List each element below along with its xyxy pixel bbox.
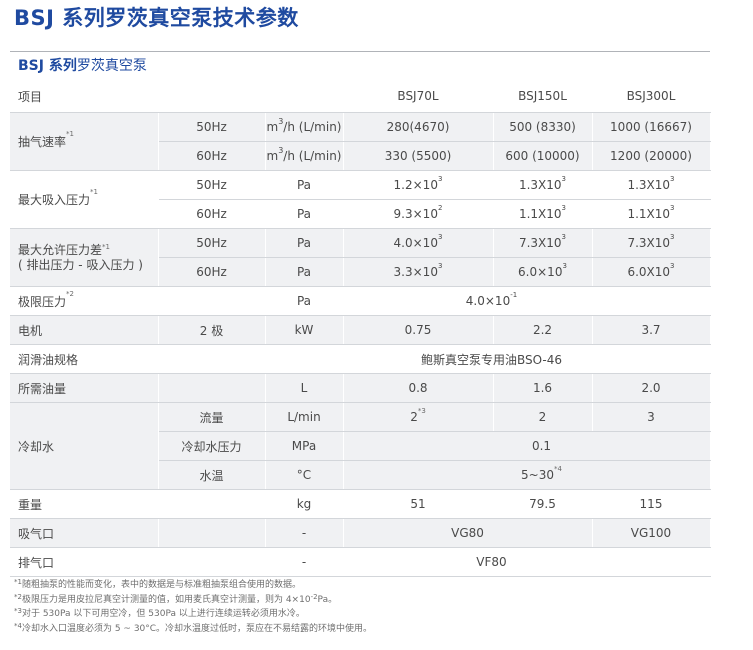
table-title: BSJ 系列罗茨真空泵: [18, 58, 147, 74]
header-model: BSJ150L: [493, 80, 593, 113]
value-cell: 1.1X103: [592, 199, 711, 229]
value-cell: 9.3×102: [343, 199, 494, 229]
unit-cell: Pa: [265, 228, 344, 258]
unit-cell: MPa: [265, 431, 344, 461]
value-cell: 3.7: [592, 315, 711, 345]
value-cell: 1.3X103: [592, 170, 711, 200]
table-row: 所需油量 L 0.8 1.6 2.0: [10, 373, 711, 403]
table-row: 重量 kg 51 79.5 115: [10, 489, 711, 519]
freq-cell: 60Hz: [158, 199, 266, 229]
footnotes: *1随粗抽泵的性能而变化，表中的数据是与标准粗抽泵组合使用的数据。 *2极限压力…: [14, 578, 714, 636]
unit-cell: m3/h (L/min): [265, 112, 344, 142]
value-cell: 7.3X103: [592, 228, 711, 258]
table-row: 电机 2 极 kW 0.75 2.2 3.7: [10, 315, 711, 345]
value-cell: VG80: [343, 518, 593, 548]
header-model: BSJ300L: [592, 80, 711, 113]
freq-cell: 50Hz: [158, 170, 266, 200]
row-label-oil-spec: 润滑油规格: [10, 344, 159, 374]
value-cell: 4.0×103: [343, 228, 494, 258]
value-cell: 2*3: [343, 402, 494, 432]
value-cell: 79.5: [493, 489, 593, 519]
unit-cell: -: [265, 547, 344, 577]
value-cell: 500 (8330): [493, 112, 593, 142]
value-cell: 鲍斯真空泵专用油BSO-46: [343, 344, 711, 374]
table-row: 吸气口 - VG80 VG100: [10, 518, 711, 548]
value-cell: 2.2: [493, 315, 593, 345]
unit-cell: Pa: [265, 257, 344, 287]
unit-cell: -: [265, 518, 344, 548]
row-label-ultimate: 极限压力*2: [10, 286, 159, 316]
unit-cell: °C: [265, 460, 344, 490]
freq-cell: 60Hz: [158, 141, 266, 171]
unit-cell: m3/h (L/min): [265, 141, 344, 171]
row-label-inlet: 吸气口: [10, 518, 159, 548]
spec-table: 项目 BSJ70L BSJ150L BSJ300L 抽气速率*1 50Hz m3…: [10, 80, 711, 577]
table-row: 最大允许压力差*1( 排出压力 - 吸入压力 ) 50Hz Pa 4.0×103…: [10, 228, 711, 287]
value-cell: 0.75: [343, 315, 494, 345]
value-cell: 600 (10000): [493, 141, 593, 171]
value-cell: 1.1X103: [493, 199, 593, 229]
value-cell: 1.3X103: [493, 170, 593, 200]
sub-label-cell: 流量: [158, 402, 266, 432]
value-cell: 0.8: [343, 373, 494, 403]
value-cell: 7.3X103: [493, 228, 593, 258]
value-cell: 51: [343, 489, 494, 519]
row-label-max-inlet: 最大吸入压力*1: [10, 170, 159, 229]
row-label-pumping-speed: 抽气速率*1: [10, 112, 159, 171]
unit-cell: Pa: [265, 170, 344, 200]
value-cell: 2.0: [592, 373, 711, 403]
value-cell: 2: [493, 402, 593, 432]
value-cell: 6.0×103: [493, 257, 593, 287]
title-divider: [10, 51, 710, 52]
table-row: 冷却水 流量 L/min 2*3 2 3: [10, 402, 711, 490]
footnote: *1随粗抽泵的性能而变化，表中的数据是与标准粗抽泵组合使用的数据。: [14, 578, 301, 590]
value-cell: 1200 (20000): [592, 141, 711, 171]
row-label-max-diff: 最大允许压力差*1( 排出压力 - 吸入压力 ): [10, 228, 159, 287]
header-model: BSJ70L: [343, 80, 494, 113]
table-row: 抽气速率*1 50Hz m3/h (L/min) 280(4670) 500 (…: [10, 112, 711, 171]
header-item: 项目: [10, 80, 159, 113]
table-row: 极限压力*2 Pa 4.0×10-1: [10, 286, 711, 316]
value-cell: VG100: [592, 518, 711, 548]
value-cell: 1.2×103: [343, 170, 494, 200]
value-cell: 3.3×103: [343, 257, 494, 287]
footnote: *4冷却水入口温度必须为 5 ~ 30°C。冷却水温度过低时，泵应在不易结露的环…: [14, 621, 373, 634]
value-cell: 4.0×10-1: [343, 286, 711, 316]
row-label-oil-qty: 所需油量: [10, 373, 159, 403]
value-cell: 0.1: [343, 431, 711, 461]
sub-label-cell: 冷却水压力: [158, 431, 266, 461]
value-cell: 115: [592, 489, 711, 519]
table-row: 排气口 - VF80: [10, 547, 711, 577]
unit-cell: kW: [265, 315, 344, 345]
value-cell: 1000 (16667): [592, 112, 711, 142]
table-row: 润滑油规格 鲍斯真空泵专用油BSO-46: [10, 344, 711, 374]
page-title: BSJ 系列罗茨真空泵技术参数: [14, 6, 299, 30]
footnote: *3对于 530Pa 以下可用空冷，但 530Pa 以上进行连续运转必须用水冷。: [14, 607, 305, 619]
value-cell: 5~30*4: [343, 460, 711, 490]
unit-cell: Pa: [265, 199, 344, 229]
value-cell: 330 (5500): [343, 141, 494, 171]
row-label-weight: 重量: [10, 489, 159, 519]
unit-cell: Pa: [265, 286, 344, 316]
value-cell: 6.0X103: [592, 257, 711, 287]
table-row: 最大吸入压力*1 50Hz Pa 1.2×103 1.3X103 1.3X103: [10, 170, 711, 229]
value-cell: 280(4670): [343, 112, 494, 142]
row-label-cooling: 冷却水: [10, 402, 159, 490]
table-header-row: 项目 BSJ70L BSJ150L BSJ300L: [10, 80, 711, 113]
poles-cell: 2 极: [158, 315, 266, 345]
sub-label-cell: 水温: [158, 460, 266, 490]
footnote: *2极限压力是用皮拉尼真空计测量的值，如用麦氏真空计测量，则为 4×10-2Pa…: [14, 592, 338, 605]
value-cell: 1.6: [493, 373, 593, 403]
value-cell: 3: [592, 402, 711, 432]
value-cell: VF80: [343, 547, 711, 577]
unit-cell: kg: [265, 489, 344, 519]
freq-cell: 50Hz: [158, 112, 266, 142]
freq-cell: 60Hz: [158, 257, 266, 287]
row-label-motor: 电机: [10, 315, 159, 345]
freq-cell: 50Hz: [158, 228, 266, 258]
unit-cell: L: [265, 373, 344, 403]
row-label-outlet: 排气口: [10, 547, 159, 577]
unit-cell: L/min: [265, 402, 344, 432]
